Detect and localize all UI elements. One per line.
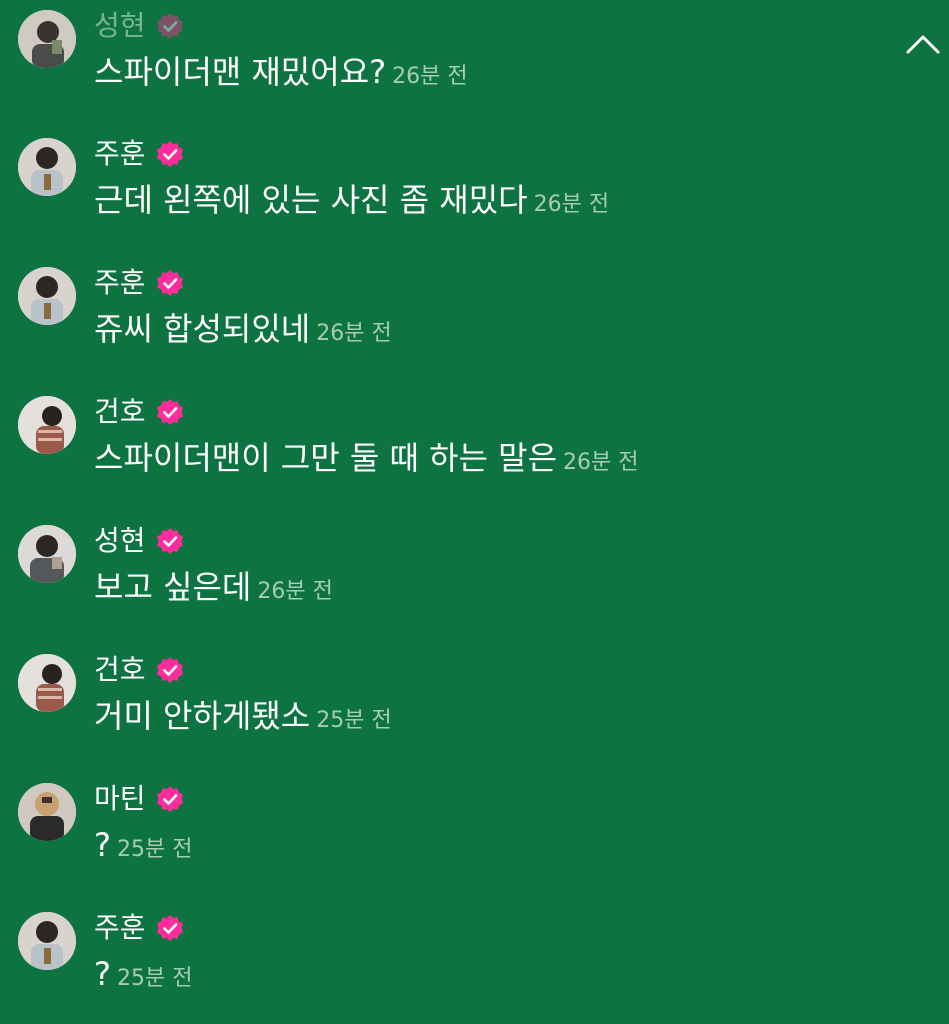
author-name: 건호 <box>94 653 146 686</box>
timestamp: 25분 전 <box>316 708 392 733</box>
timestamp: 26분 전 <box>392 64 468 89</box>
verified-badge-icon <box>156 786 183 812</box>
avatar[interactable] <box>18 654 76 712</box>
timestamp: 26분 전 <box>316 321 392 346</box>
timestamp: 26분 전 <box>533 192 610 217</box>
author-name: 성현 <box>94 9 146 42</box>
verified-badge-icon <box>156 657 183 683</box>
author-row: 주훈 <box>94 910 184 946</box>
author-row: 건호 <box>94 394 184 430</box>
message-row: 스파이더맨 재밌어요? 26분 전 <box>94 52 468 92</box>
author-row: 성현 <box>94 8 184 44</box>
timestamp: 25분 전 <box>116 837 193 862</box>
avatar[interactable] <box>18 10 76 68</box>
chat-message: 성현 보고 싶은데 26분 전 <box>18 523 898 625</box>
author-row: 주훈 <box>94 136 184 172</box>
author-name: 마틴 <box>94 782 146 815</box>
author-row: 마틴 <box>94 781 184 817</box>
collapse-button[interactable] <box>905 26 941 62</box>
avatar[interactable] <box>18 912 76 970</box>
author-row: 주훈 <box>94 265 184 301</box>
message-text: 스파이더맨 재밌어요? <box>94 53 387 91</box>
verified-badge-icon <box>156 915 183 941</box>
author-name: 주훈 <box>94 911 146 944</box>
message-text: 거미 안하게됐소 <box>94 697 311 735</box>
chat-message: 마틴 ? 25분 전 <box>18 781 898 883</box>
message-text: 근데 왼쪽에 있는 사진 좀 재밌다 <box>94 181 528 219</box>
chat-message: 주훈 근데 왼쪽에 있는 사진 좀 재밌다 26분 전 <box>18 136 898 238</box>
chat-message: 건호 스파이더맨이 그만 둘 때 하는 말은 26분 전 <box>18 394 898 496</box>
chat-message: 성현 스파이더맨 재밌어요? 26분 전 <box>18 8 898 110</box>
message-text: 쥬씨 합성되있네 <box>94 310 311 348</box>
message-row: ? 25분 전 <box>94 825 192 865</box>
verified-badge-icon <box>156 13 183 39</box>
verified-badge-icon <box>156 141 183 167</box>
chat-message: 건호 거미 안하게됐소 25분 전 <box>18 652 898 754</box>
message-row: 스파이더맨이 그만 둘 때 하는 말은 26분 전 <box>94 438 639 478</box>
avatar[interactable] <box>18 396 76 454</box>
verified-badge-icon <box>156 528 183 554</box>
chat-feed: 성현 스파이더맨 재밌어요? 26분 전 주훈 근데 왼쪽에 있는 사진 좀 재… <box>0 0 949 1024</box>
message-text: 스파이더맨이 그만 둘 때 하는 말은 <box>94 439 558 477</box>
message-row: 근데 왼쪽에 있는 사진 좀 재밌다 26분 전 <box>94 180 609 220</box>
timestamp: 26분 전 <box>563 450 639 475</box>
verified-badge-icon <box>156 270 183 296</box>
avatar[interactable] <box>18 138 76 196</box>
message-text: ? <box>94 955 111 993</box>
avatar[interactable] <box>18 267 76 325</box>
message-text: 보고 싶은데 <box>94 568 252 606</box>
verified-badge-icon <box>156 399 183 425</box>
chat-message: 주훈 쥬씨 합성되있네 26분 전 <box>18 265 898 367</box>
author-name: 성현 <box>94 524 146 557</box>
author-row: 성현 <box>94 523 184 559</box>
timestamp: 25분 전 <box>116 966 193 991</box>
chat-message: 주훈 ? 25분 전 <box>18 910 898 1012</box>
message-row: 쥬씨 합성되있네 26분 전 <box>94 309 392 349</box>
chevron-up-icon <box>906 35 940 54</box>
message-row: ? 25분 전 <box>94 954 192 994</box>
timestamp: 26분 전 <box>257 579 333 604</box>
avatar[interactable] <box>18 525 76 583</box>
message-text: ? <box>94 826 111 864</box>
avatar[interactable] <box>18 783 76 841</box>
message-row: 보고 싶은데 26분 전 <box>94 567 333 607</box>
author-name: 건호 <box>94 395 146 428</box>
author-row: 건호 <box>94 652 184 688</box>
author-name: 주훈 <box>94 137 146 170</box>
author-name: 주훈 <box>94 266 146 299</box>
message-row: 거미 안하게됐소 25분 전 <box>94 696 392 736</box>
